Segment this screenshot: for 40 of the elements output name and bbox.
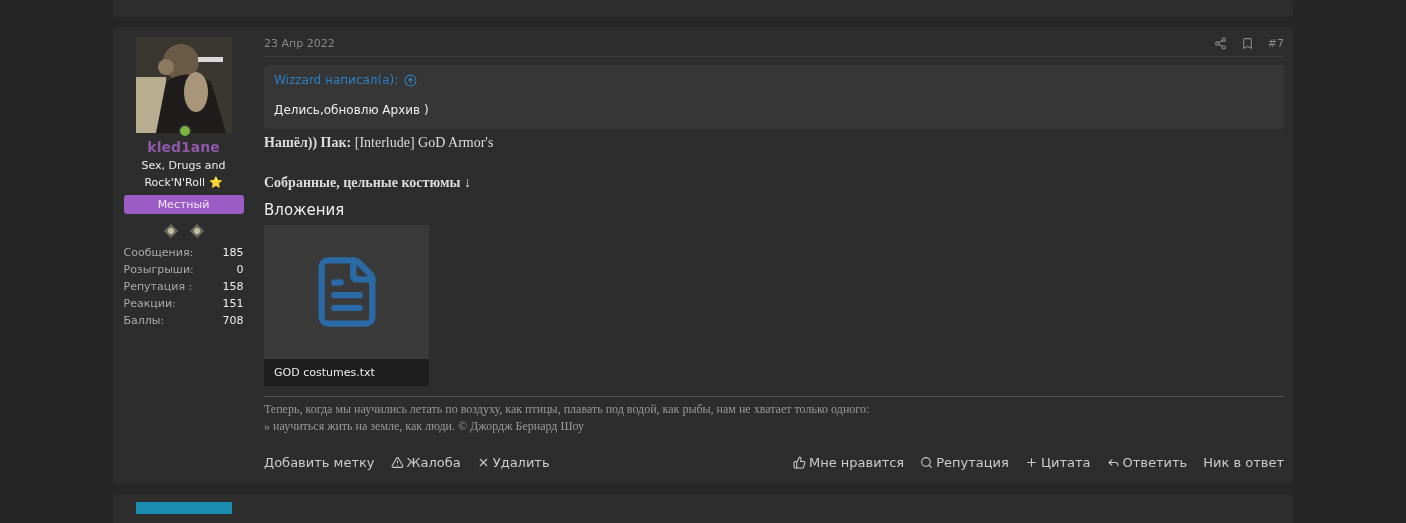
plus-link[interactable]: Цитата — [1024, 455, 1091, 470]
delete-link[interactable]: Удалить — [476, 455, 550, 470]
medal-icon — [162, 223, 179, 239]
stat-label: Баллы: — [123, 313, 165, 329]
post-text: Нашёл)) Пак: [Interlude] GoD Armor's — [264, 135, 495, 151]
share-icon[interactable] — [1213, 37, 1227, 50]
attachments-heading: Вложения — [264, 201, 346, 219]
signature-text: » научиться жить на земле, как люди. © Джордж Бернард Шоу — [264, 418, 586, 435]
reply-icon — [1106, 456, 1120, 469]
post-text: Собранные, цельные костюмы ↓ — [264, 175, 472, 191]
stat-label: Сообщения: — [123, 245, 194, 261]
reply-link[interactable]: Ответить — [1106, 455, 1188, 470]
search-icon — [920, 456, 934, 469]
attachment-name: GOD costumes.txt — [264, 359, 429, 386]
action-link[interactable]: Ник в ответ — [1203, 455, 1284, 470]
warning-icon — [390, 456, 404, 469]
stat-value: 0 — [236, 262, 244, 278]
quote-text: Делись,обновлю Архив ) — [274, 103, 430, 117]
stat-value: 158 — [222, 279, 244, 295]
plus-icon — [1024, 456, 1038, 469]
bookmark-icon[interactable] — [1240, 37, 1254, 50]
action-link[interactable]: Добавить метку — [264, 455, 375, 470]
stat-label: Розыгрыши: — [123, 262, 194, 278]
post-date[interactable]: 23 Апр 2022 — [264, 37, 335, 50]
stat-label: Репутация : — [123, 279, 193, 295]
post-number[interactable]: #7 — [1267, 37, 1284, 50]
stat-value: 151 — [222, 296, 244, 312]
user-title: Sex, Drugs and Rock'N'Roll ⭐ — [140, 158, 227, 191]
search-link[interactable]: Репутация — [920, 455, 1009, 470]
stat-label: Реакции: — [123, 296, 176, 312]
like-link[interactable]: Мне нравится — [792, 455, 905, 470]
attachment-card[interactable]: GOD costumes.txt — [264, 225, 429, 386]
arrow-up-icon[interactable] — [404, 73, 418, 87]
medal-icon — [188, 223, 205, 239]
thumbs-up-icon — [792, 456, 806, 469]
user-rank-badge: Местный — [123, 195, 244, 214]
signature-text: Теперь, когда мы научились летать по воздуху, как птицы, плавать под водой, как рыбы, нам не хватает только одного: — [264, 401, 871, 418]
report-link[interactable]: Жалоба — [390, 455, 461, 470]
stat-value: 185 — [222, 245, 244, 261]
stat-value: 708 — [222, 313, 244, 329]
